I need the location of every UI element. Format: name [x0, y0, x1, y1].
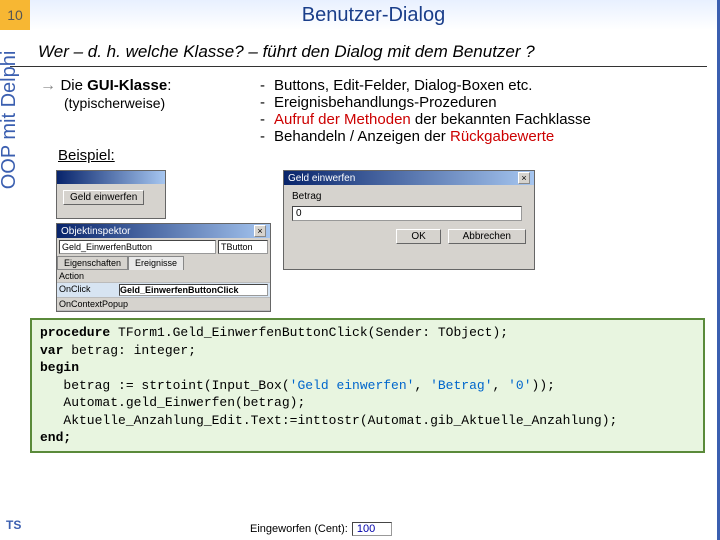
bullet-2: Ereignisbehandlungs-Prozeduren [274, 94, 497, 111]
ts-label: TS [6, 518, 21, 532]
input-dialog: Geld einwerfen × Betrag 0 OK Abbrechen [283, 170, 535, 270]
example-area: Geld einwerfen Objektinspektor × Geld_Ein… [56, 170, 717, 312]
oi-class-combo[interactable]: TButton [218, 240, 268, 254]
code-block: procedure TForm1.Geld_EinwerfenButtonCli… [30, 318, 705, 453]
dialog-input[interactable]: 0 [292, 206, 522, 221]
side-label: OOP mit Delphi [0, 30, 21, 210]
eingeworfen-value: 100 [352, 522, 392, 536]
oi-object-combo[interactable]: Geld_EinwerfenButton [59, 240, 216, 254]
eingeworfen-widget: Eingeworfen (Cent): 100 [250, 522, 392, 536]
gui-klasse-line: → Die GUI-Klasse: [40, 77, 260, 95]
oi-title: Objektinspektor [61, 226, 130, 237]
object-inspector: Objektinspektor × Geld_EinwerfenButton TB… [56, 223, 271, 312]
close-icon[interactable]: × [254, 225, 266, 237]
subtitle: Wer – d. h. welche Klasse? – führt den D… [10, 34, 707, 67]
bullet-3: Aufruf der Methoden der bekannten Fachkl… [274, 111, 591, 128]
bullet-1: Buttons, Edit-Felder, Dialog-Boxen etc. [274, 77, 532, 94]
eingeworfen-label: Eingeworfen (Cent): [250, 523, 348, 535]
tab-events[interactable]: Ereignisse [128, 256, 184, 270]
slide-title: Benutzer-Dialog [30, 0, 717, 30]
onclick-handler[interactable]: Geld_EinwerfenButtonClick [119, 284, 268, 296]
geld-einwerfen-button[interactable]: Geld einwerfen [63, 190, 144, 205]
arrow-icon: → [40, 77, 60, 94]
tab-properties[interactable]: Eigenschaften [57, 256, 128, 270]
form-window: Geld einwerfen [56, 170, 166, 219]
example-label: Beispiel: [0, 145, 717, 164]
cancel-button[interactable]: Abbrechen [448, 229, 526, 244]
close-icon[interactable]: × [518, 172, 530, 184]
gui-klasse-sub: (typischerweise) [40, 95, 260, 111]
bullet-4: Behandeln / Anzeigen der Rückgabewerte [274, 128, 554, 145]
dialog-label: Betrag [292, 191, 526, 202]
dialog-title: Geld einwerfen [288, 173, 355, 184]
ok-button[interactable]: OK [396, 229, 440, 244]
slide-number: 10 [0, 0, 30, 30]
